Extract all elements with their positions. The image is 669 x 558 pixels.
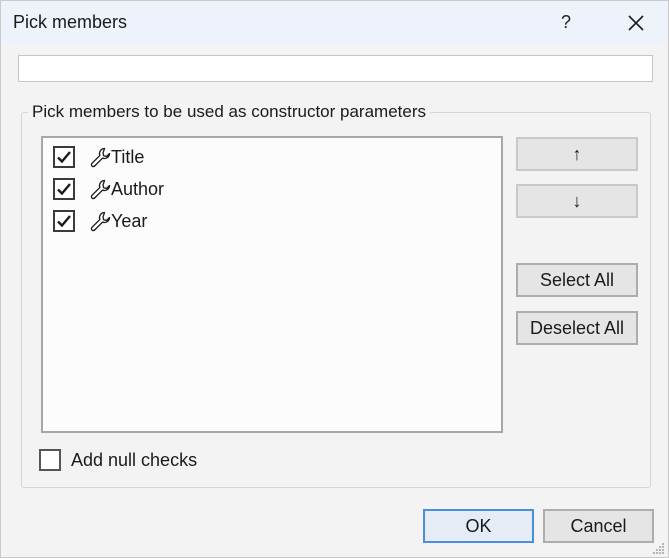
wrench-icon xyxy=(90,179,111,200)
list-item[interactable]: Year xyxy=(53,208,147,234)
move-up-button[interactable]: ↑ xyxy=(516,137,638,171)
help-button[interactable]: ? xyxy=(543,1,589,44)
null-checks-checkbox[interactable] xyxy=(39,449,61,471)
deselect-all-button[interactable]: Deselect All xyxy=(516,311,638,345)
dialog-title: Pick members xyxy=(13,12,128,32)
member-label: Year xyxy=(111,210,148,231)
filter-input[interactable] xyxy=(18,55,653,82)
close-icon xyxy=(628,14,644,31)
resize-grip-icon[interactable] xyxy=(653,542,665,554)
checkmark-icon xyxy=(57,151,71,164)
pick-members-dialog: Pick members ? Pick members to be used a… xyxy=(0,0,669,558)
list-item[interactable]: Author xyxy=(53,176,164,202)
null-checks-label: Add null checks xyxy=(71,449,198,470)
group-legend: Pick members to be used as constructor p… xyxy=(28,101,430,123)
list-item[interactable]: Title xyxy=(53,144,144,170)
member-list[interactable]: Title Author Year xyxy=(41,136,503,433)
move-down-button[interactable]: ↓ xyxy=(516,184,638,218)
null-checks-option[interactable]: Add null checks xyxy=(39,449,197,471)
close-button[interactable] xyxy=(613,1,659,44)
wrench-icon xyxy=(90,147,111,168)
checkmark-icon xyxy=(57,215,71,228)
select-all-button[interactable]: Select All xyxy=(516,263,638,297)
wrench-icon xyxy=(90,211,111,232)
cancel-button[interactable]: Cancel xyxy=(543,509,654,543)
member-checkbox[interactable] xyxy=(53,178,75,200)
member-checkbox[interactable] xyxy=(53,146,75,168)
ok-button[interactable]: OK xyxy=(423,509,534,543)
member-label: Author xyxy=(111,178,165,199)
checkmark-icon xyxy=(57,183,71,196)
help-icon: ? xyxy=(560,12,571,32)
title-bar: Pick members ? xyxy=(1,1,668,44)
member-label: Title xyxy=(111,146,145,167)
arrow-up-icon: ↑ xyxy=(572,143,582,164)
member-checkbox[interactable] xyxy=(53,210,75,232)
arrow-down-icon: ↓ xyxy=(572,190,582,211)
